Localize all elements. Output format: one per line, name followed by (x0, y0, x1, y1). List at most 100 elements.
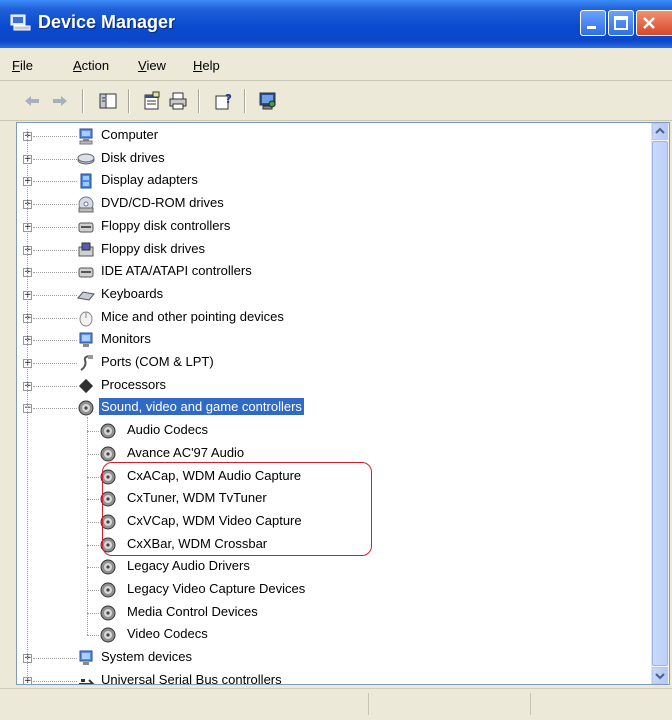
tree-connector (33, 136, 77, 137)
status-bar (0, 688, 672, 720)
system-device-icon (79, 650, 93, 666)
tree-connector (27, 129, 28, 682)
tree-device[interactable]: Legacy Audio Drivers (125, 557, 252, 574)
title-bar[interactable]: Device Manager (0, 0, 672, 48)
maximize-icon (614, 16, 628, 30)
tree-connector (87, 635, 99, 637)
tree-device[interactable]: Audio Codecs (125, 421, 210, 438)
tree-connector (33, 317, 77, 319)
chevron-up-icon (655, 127, 665, 134)
scroll-thumb[interactable] (652, 141, 668, 666)
tree-connector (33, 181, 77, 183)
close-button[interactable] (636, 10, 672, 36)
tree-category[interactable]: Display adapters (99, 171, 200, 188)
status-divider (368, 693, 369, 715)
tree-connector (33, 385, 77, 387)
sound-icon (100, 627, 116, 643)
tree-connector (33, 658, 77, 660)
toolbar-separator (244, 89, 246, 113)
cd-drive-icon (78, 196, 94, 213)
tree-connector (87, 590, 99, 591)
properties-icon[interactable] (142, 91, 162, 111)
sound-icon (78, 400, 94, 416)
tree-category[interactable]: Floppy disk drives (99, 240, 207, 257)
sound-icon (100, 582, 116, 598)
tree-connector (33, 272, 77, 274)
sound-icon (100, 446, 116, 462)
close-icon (643, 17, 655, 29)
tree-connector (33, 204, 77, 206)
tree-connector (87, 417, 88, 636)
tree-connector (87, 612, 99, 614)
monitor-icon (79, 332, 93, 348)
tree-category[interactable]: Disk drives (99, 149, 167, 166)
tree-connector (33, 680, 77, 682)
tree-connector (87, 431, 99, 433)
toolbar-separator (82, 89, 84, 113)
menu-view[interactable]: View (138, 58, 166, 73)
chevron-down-icon (655, 673, 665, 680)
help-icon[interactable]: ? (214, 91, 234, 111)
tree-device[interactable]: Avance AC'97 Audio (125, 444, 246, 461)
tree-category[interactable]: Processors (99, 376, 168, 393)
disk-drive-icon (77, 153, 95, 165)
tree-connector (33, 408, 77, 410)
tree-category[interactable]: Floppy disk controllers (99, 217, 232, 234)
tree-connector (33, 226, 77, 228)
scroll-down-button[interactable] (652, 667, 668, 684)
floppy-controller-icon (78, 222, 94, 233)
menu-action[interactable]: Action (73, 58, 109, 73)
device-tree-pane[interactable]: + Computer + Disk drives + Display adapters + D… (16, 122, 670, 685)
scan-hardware-icon[interactable] (258, 91, 278, 111)
tree-device[interactable]: Legacy Video Capture Devices (125, 580, 307, 597)
ide-controller-icon (78, 267, 94, 278)
window-title: Device Manager (38, 12, 176, 32)
toolbar-separator (128, 89, 130, 113)
maximize-button[interactable] (608, 10, 634, 36)
tree-category[interactable]: Computer (99, 126, 160, 143)
keyboard-icon (77, 291, 95, 301)
sound-icon (100, 605, 116, 621)
tree-category[interactable]: Universal Serial Bus controllers (99, 671, 284, 684)
tree-category[interactable]: Monitors (99, 330, 153, 347)
tree-category[interactable]: IDE ATA/ATAPI controllers (99, 262, 254, 279)
annotation-highlight-box (102, 462, 372, 556)
tree-connector (33, 363, 77, 364)
menu-help[interactable]: Help (193, 58, 220, 73)
tree-connector (33, 340, 77, 342)
tree-connector (33, 249, 77, 251)
minimize-button[interactable] (580, 10, 606, 36)
tree-category[interactable]: System devices (99, 648, 194, 665)
tree-device[interactable]: Video Codecs (125, 625, 210, 642)
minimize-icon (587, 26, 596, 29)
tree-connector (87, 544, 99, 546)
tree-category[interactable]: Ports (COM & LPT) (99, 353, 216, 370)
menu-bar: File Action View Help (0, 50, 672, 81)
status-divider (530, 693, 531, 715)
tree-category[interactable]: Mice and other pointing devices (99, 308, 286, 325)
scroll-up-button[interactable] (652, 123, 668, 140)
back-icon[interactable] (22, 91, 42, 111)
device-manager-icon (10, 14, 31, 31)
device-manager-window: Device Manager File Action View Help ? +… (0, 0, 672, 720)
forward-icon[interactable] (50, 91, 70, 111)
display-adapter-icon (80, 173, 92, 189)
tree-device[interactable]: Media Control Devices (125, 603, 260, 620)
mouse-icon (79, 311, 93, 327)
print-icon[interactable] (168, 91, 188, 111)
tree-category[interactable]: Keyboards (99, 285, 165, 302)
tree-connector (87, 453, 99, 455)
port-icon (80, 355, 93, 371)
tree-connector (87, 521, 99, 523)
computer-icon (79, 128, 93, 145)
toolbar-separator (198, 89, 200, 113)
sound-icon (100, 423, 116, 439)
show-hide-console-tree-icon[interactable] (98, 91, 118, 111)
tree-category[interactable]: Sound, video and game controllers (99, 398, 304, 416)
tree-category[interactable]: DVD/CD-ROM drives (99, 194, 226, 211)
menu-file[interactable]: File (12, 58, 33, 73)
tree-connector (87, 476, 99, 478)
vertical-scrollbar[interactable] (651, 123, 669, 684)
toolbar: ? (0, 82, 672, 121)
svg-text:?: ? (225, 92, 232, 106)
